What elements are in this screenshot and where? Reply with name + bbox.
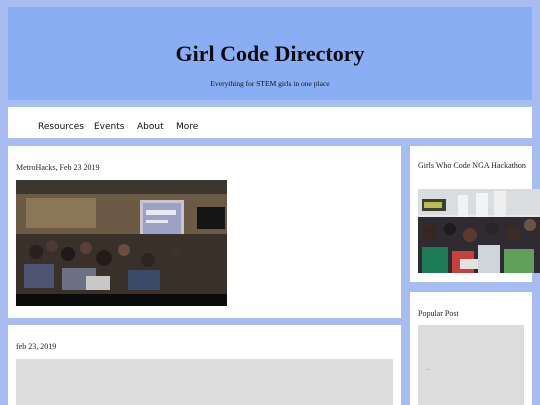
- post-title[interactable]: MetroHacks, Feb 23 2019: [16, 162, 100, 173]
- popular-post-placeholder[interactable]: ..: [418, 325, 524, 405]
- hackathon-group-photo: [418, 189, 540, 273]
- popular-post-heading: Popular Post: [418, 309, 459, 318]
- popular-post-snippet: ..: [426, 365, 430, 372]
- nav-item-events[interactable]: Events: [94, 122, 124, 132]
- featured-post-image[interactable]: [418, 189, 540, 273]
- nav-item-more[interactable]: More: [176, 122, 198, 132]
- hackathon-room-photo: [16, 180, 227, 306]
- post-thumbnail[interactable]: [16, 180, 227, 306]
- post-image-placeholder[interactable]: [16, 359, 393, 405]
- featured-post-title[interactable]: Girls Who Code NGA Hackathon: [418, 160, 526, 171]
- popular-post-widget: Popular Post ..: [410, 292, 532, 405]
- site-title[interactable]: Girl Code Directory: [8, 41, 532, 67]
- site-header: Girl Code Directory Everything for STEM …: [8, 7, 532, 100]
- nav-item-resources[interactable]: Resources: [38, 122, 84, 132]
- post-title[interactable]: feb 23, 2019: [16, 341, 56, 352]
- featured-post-card: Girls Who Code NGA Hackathon: [410, 146, 540, 282]
- site-tagline: Everything for STEM girls in one place: [210, 79, 330, 88]
- nav-bar: Resources Events About More: [8, 107, 532, 138]
- post-card: feb 23, 2019: [8, 325, 401, 405]
- post-card: MetroHacks, Feb 23 2019: [8, 146, 401, 318]
- nav-item-about[interactable]: About: [137, 122, 164, 132]
